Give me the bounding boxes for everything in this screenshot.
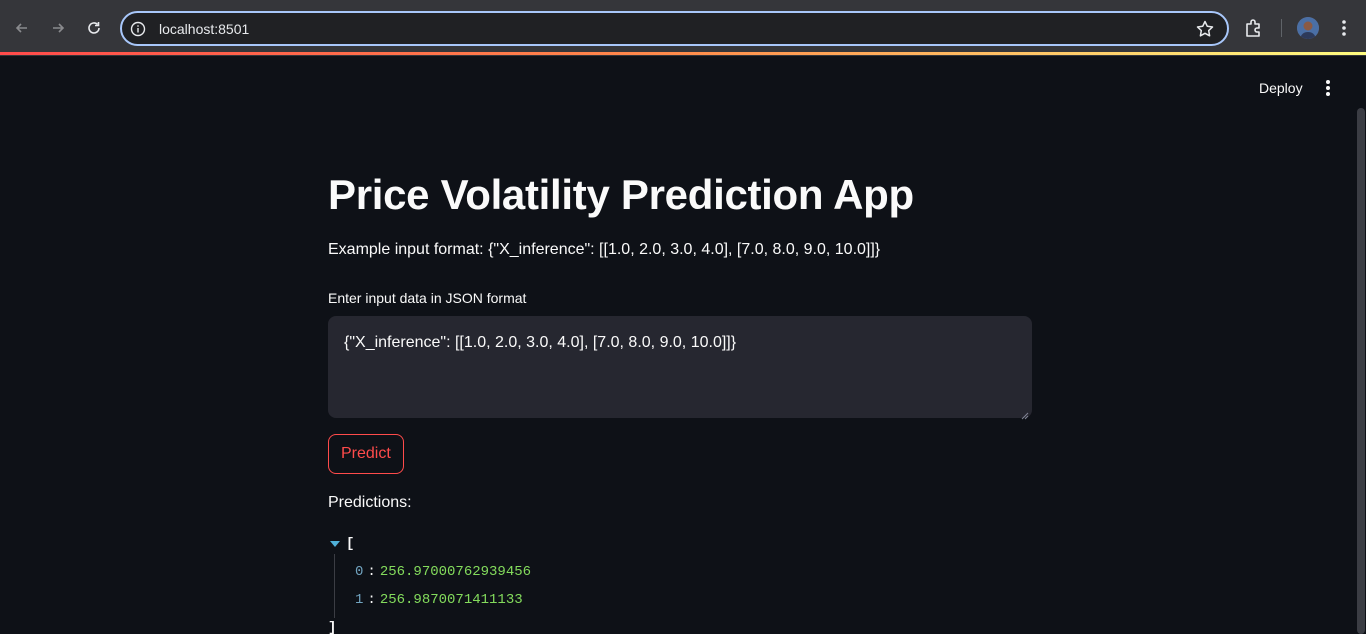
browser-toolbar: localhost:8501 — [0, 0, 1366, 56]
example-format-text: Example input format: {"X_inference": [[… — [328, 241, 881, 258]
json-value: 256.9870071411133 — [379, 592, 523, 608]
main-content: Price Volatility Prediction App Example … — [328, 168, 1032, 634]
deploy-button[interactable]: Deploy — [1244, 76, 1318, 100]
bookmark-star-icon[interactable] — [1195, 19, 1215, 39]
collapse-caret-icon[interactable] — [330, 541, 340, 547]
toolbar-divider — [1281, 19, 1282, 37]
profile-avatar[interactable] — [1297, 17, 1319, 39]
extensions-icon[interactable] — [1243, 17, 1265, 39]
json-close-bracket: ] — [328, 620, 337, 634]
forward-icon[interactable] — [44, 14, 72, 42]
json-row: 0:256.97000762939456 — [355, 564, 532, 580]
json-input-value: {"X_inference": [[1.0, 2.0, 3.0, 4.0], [… — [344, 334, 737, 351]
json-array-open[interactable]: [ — [328, 534, 1032, 554]
predict-button[interactable]: Predict — [328, 434, 404, 474]
main-menu-icon[interactable] — [1318, 78, 1338, 100]
predictions-label: Predictions: — [328, 494, 412, 511]
json-input-label: Enter input data in JSON format — [328, 290, 527, 306]
site-info-icon[interactable] — [130, 21, 146, 37]
resize-handle-icon[interactable] — [1021, 407, 1029, 420]
json-input-textarea[interactable]: {"X_inference": [[1.0, 2.0, 3.0, 4.0], [… — [328, 316, 1032, 420]
page-title: Price Volatility Prediction App — [328, 171, 914, 218]
json-key: 0 — [355, 564, 364, 580]
browser-menu-icon[interactable] — [1335, 17, 1353, 39]
json-key: 1 — [355, 592, 364, 608]
json-value: 256.97000762939456 — [379, 564, 532, 580]
json-row: 1:256.9870071411133 — [355, 592, 523, 608]
json-viewer: [ 0:256.97000762939456 1:256.98700714111… — [328, 534, 1032, 634]
scrollbar[interactable] — [1357, 108, 1365, 634]
address-bar[interactable]: localhost:8501 — [120, 11, 1229, 46]
accent-decoration — [0, 52, 1366, 55]
back-icon[interactable] — [8, 14, 36, 42]
url-text: localhost:8501 — [159, 21, 250, 37]
json-open-bracket: [ — [346, 536, 355, 552]
json-array-body: 0:256.97000762939456 1:256.9870071411133 — [334, 554, 1032, 618]
reload-icon[interactable] — [80, 14, 108, 42]
